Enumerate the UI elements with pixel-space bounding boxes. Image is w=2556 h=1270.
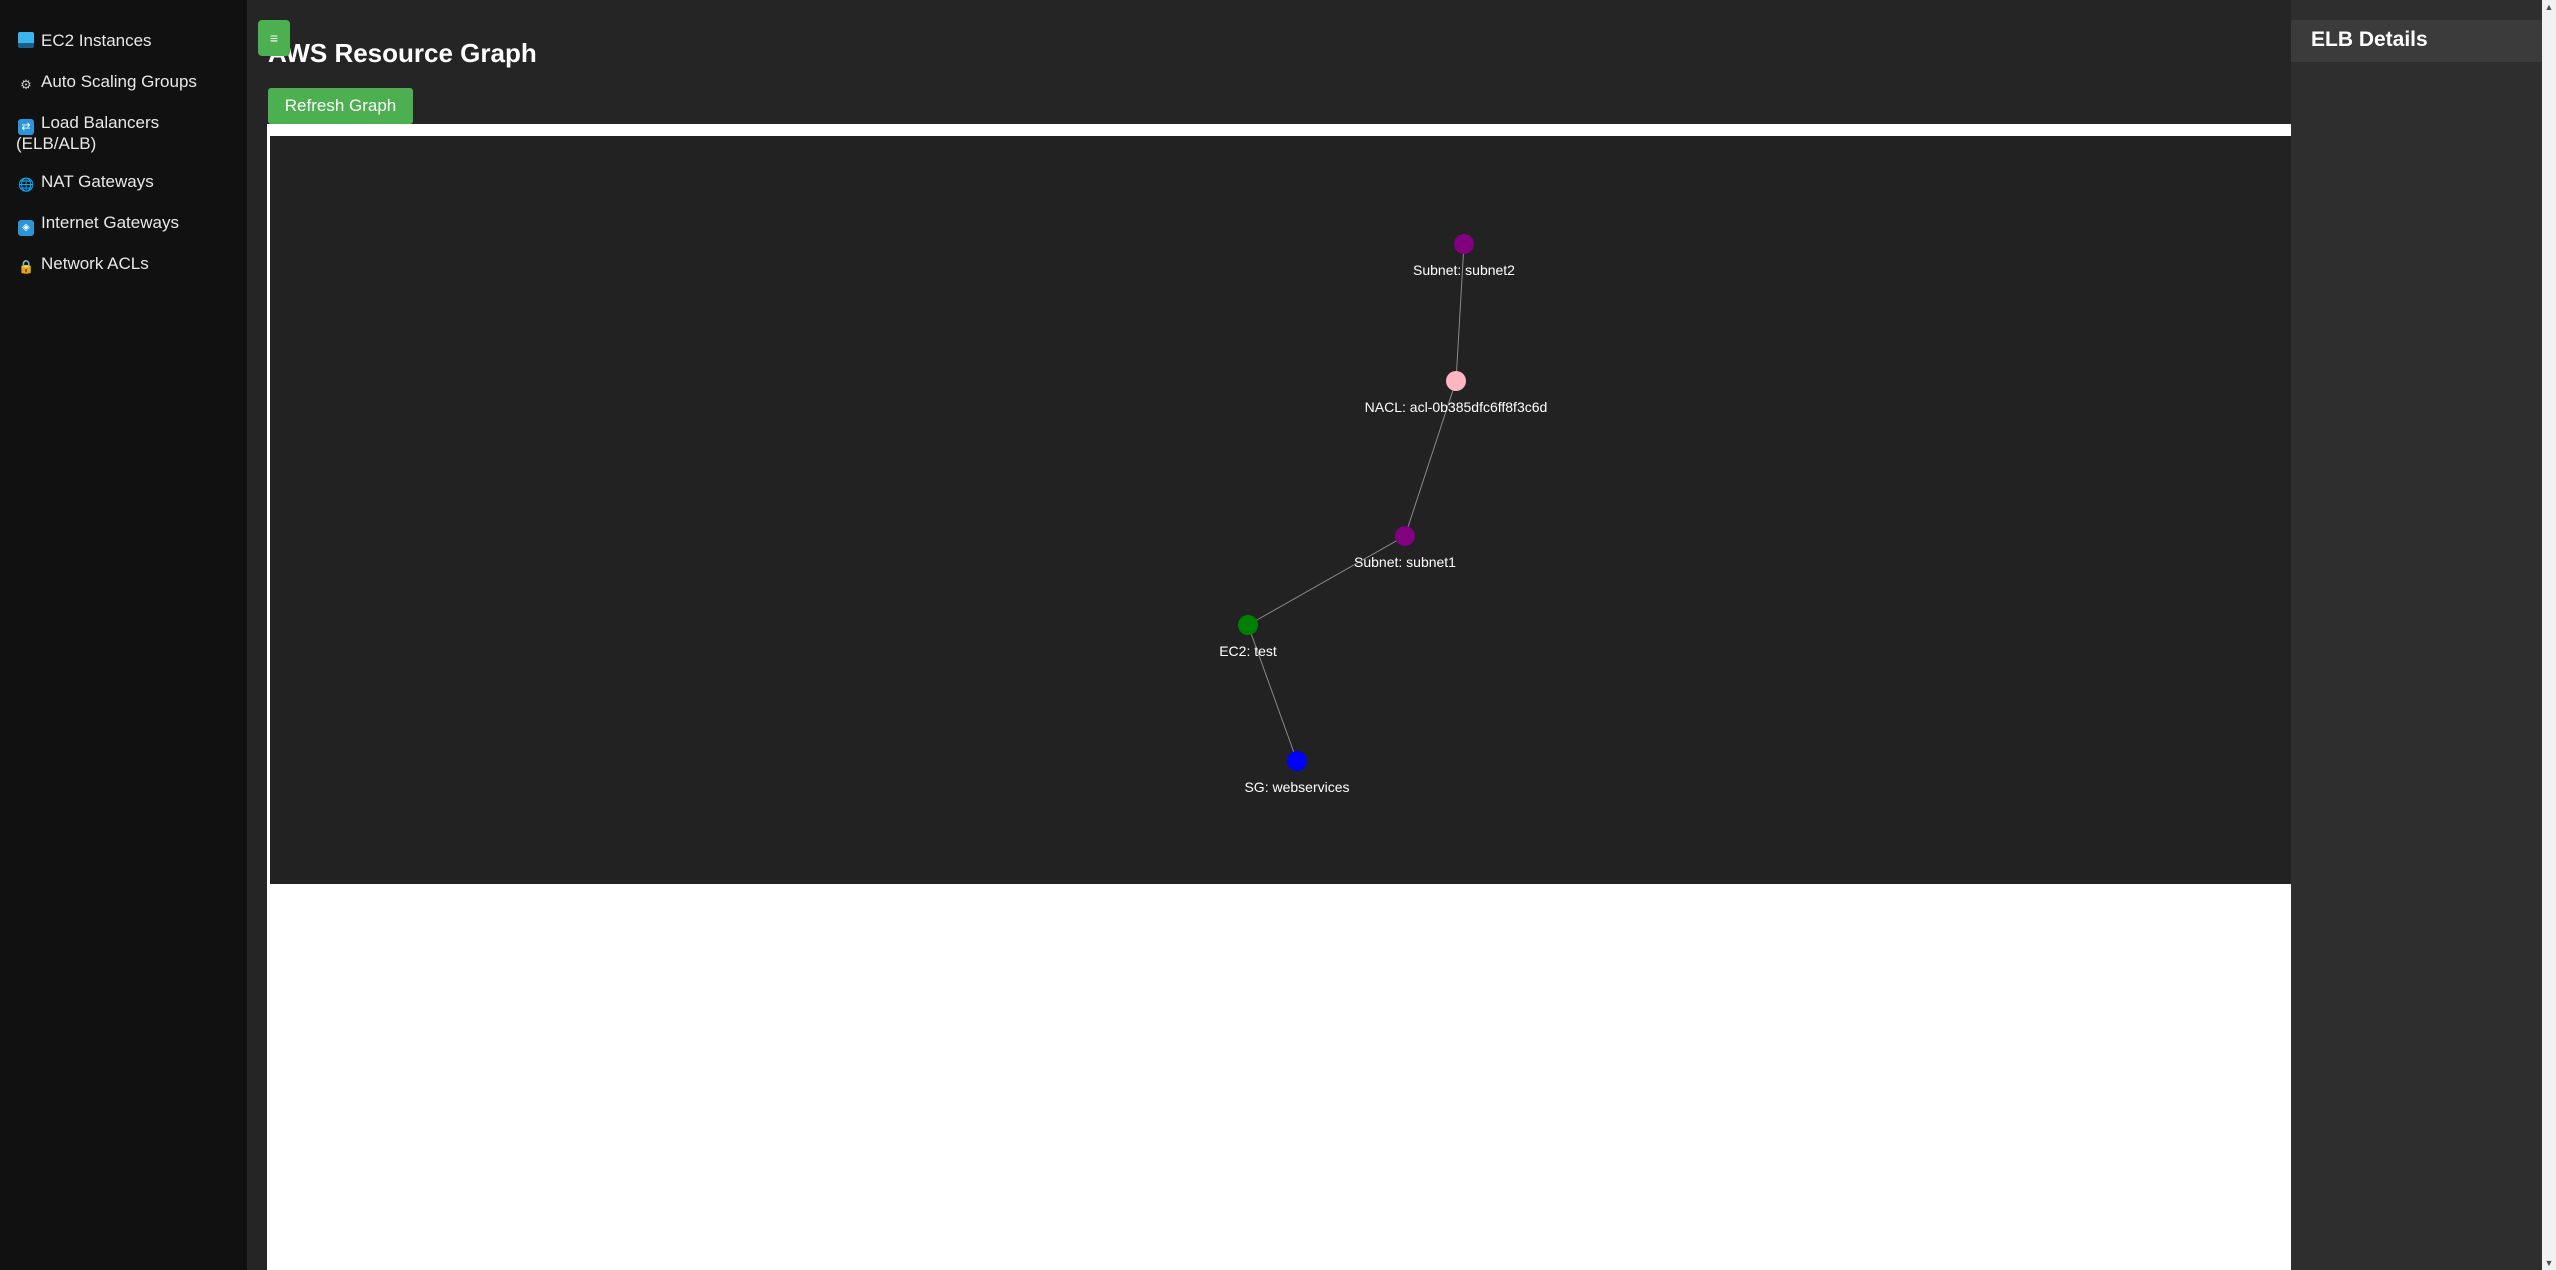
menu-toggle-button[interactable]: ≡	[258, 20, 290, 56]
page-title: AWS Resource Graph	[268, 38, 537, 68]
sidebar-item-ec2-instances[interactable]: EC2 Instances	[18, 32, 152, 50]
graph-node-subnet1[interactable]	[1395, 526, 1415, 546]
sidebar-item-label: EC2 Instances	[41, 31, 152, 50]
sidebar-item-nat-gateways[interactable]: 🌐 NAT Gateways	[18, 173, 154, 193]
graph-svg[interactable]: Subnet: subnet2 NACL: acl-0b385dfc6ff8f3c…	[270, 136, 2291, 884]
sidebar-item-label: Auto Scaling Groups	[41, 72, 197, 91]
details-title: ELB Details	[2311, 28, 2428, 51]
graph-node-sg[interactable]	[1287, 751, 1307, 771]
graph-node-label-ec2: EC2: test	[1219, 643, 1277, 659]
gear-icon: ⚙	[20, 77, 32, 92]
sidebar: EC2 Instances ⚙ Auto Scaling Groups ⇄ Load…	[0, 0, 247, 1270]
scroll-down-icon[interactable]: ▼	[2542, 1256, 2556, 1270]
resource-graph[interactable]: Subnet: subnet2 NACL: acl-0b385dfc6ff8f3c…	[270, 136, 2291, 884]
graph-node-ec2[interactable]	[1238, 615, 1258, 635]
sidebar-item-network-acls[interactable]: 🔒 Network ACLs	[18, 255, 149, 275]
graph-edge-subnet1-ec2	[1247, 535, 1406, 626]
graph-node-label-nacl: NACL: acl-0b385dfc6ff8f3c6d	[1365, 399, 1548, 415]
internet-gateway-icon: ◈	[18, 220, 34, 236]
graph-node-subnet2[interactable]	[1454, 234, 1474, 254]
sidebar-item-label-line2: (ELB/ALB)	[16, 134, 97, 153]
sidebar-item-internet-gateways[interactable]: ◈ Internet Gateways	[18, 214, 179, 236]
scrollbar[interactable]: ▲ ▼	[2542, 0, 2556, 1270]
graph-node-label-subnet2: Subnet: subnet2	[1413, 262, 1515, 278]
load-balancer-icon: ⇄	[18, 119, 34, 135]
refresh-graph-button[interactable]: Refresh Graph	[268, 88, 413, 124]
details-panel: ELB Details	[2291, 0, 2542, 1270]
sidebar-item-auto-scaling-groups[interactable]: ⚙ Auto Scaling Groups	[18, 73, 197, 93]
hamburger-icon: ≡	[269, 30, 279, 46]
graph-node-label-subnet1: Subnet: subnet1	[1354, 554, 1456, 570]
sidebar-item-label: Load Balancers	[41, 113, 160, 132]
sidebar-item-label: NAT Gateways	[41, 172, 154, 191]
graph-node-label-sg: SG: webservices	[1244, 779, 1349, 795]
lock-icon: 🔒	[18, 259, 35, 274]
globe-icon: 🌐	[18, 177, 35, 192]
sidebar-item-label: Network ACLs	[41, 254, 149, 273]
scroll-up-icon[interactable]: ▲	[2542, 0, 2556, 14]
sidebar-item-label: Internet Gateways	[41, 213, 179, 232]
graph-node-nacl[interactable]	[1446, 371, 1466, 391]
ec2-icon	[18, 32, 34, 48]
sidebar-item-load-balancers[interactable]: ⇄ Load Balancers (ELB/ALB)	[16, 113, 160, 153]
